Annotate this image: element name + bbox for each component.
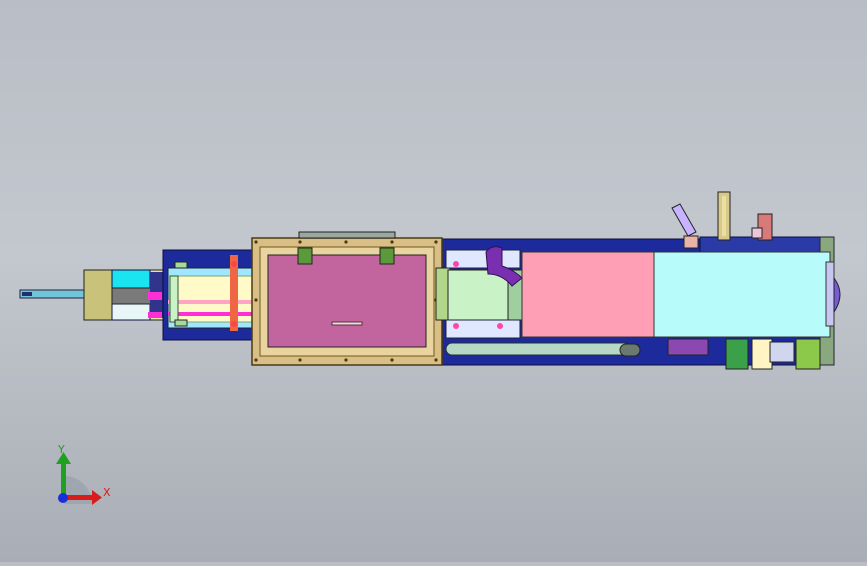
machine-assembly[interactable] <box>0 0 867 562</box>
lower-pipe <box>445 342 641 357</box>
axis-triad <box>56 452 102 505</box>
y-axis-label: Y <box>58 443 65 456</box>
cad-viewport[interactable]: Y X <box>0 0 867 562</box>
middle-module <box>435 249 523 339</box>
y-axis-arrow <box>61 462 66 498</box>
origin-dot <box>58 493 68 503</box>
left-shaft <box>19 289 85 299</box>
x-axis-label: X <box>103 486 111 499</box>
right-panels <box>521 251 841 338</box>
left-actuator <box>83 269 165 321</box>
access-door <box>251 231 443 366</box>
x-axis-arrow <box>66 495 94 500</box>
